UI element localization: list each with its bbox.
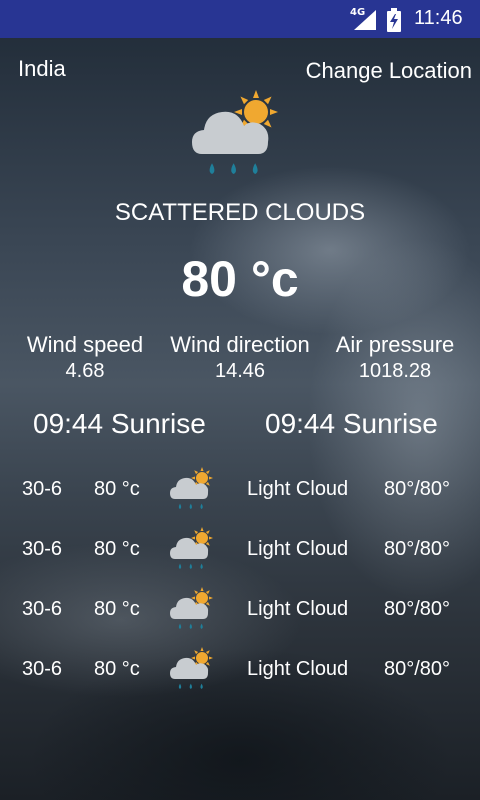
stat-value: 14.46: [214, 360, 266, 382]
forecast-description: Light Cloud: [247, 598, 349, 620]
forecast-range: 80°/80°: [384, 538, 451, 560]
forecast-date: 30-6: [22, 538, 63, 560]
stat-wind-speed: Wind speed 4.68: [20, 332, 150, 384]
stat-air-pressure: Air pressure 1018.28: [328, 332, 462, 384]
forecast-row: 30-6 80 °c Light Cloud 80°/80°: [0, 642, 480, 698]
stat-label: Air pressure: [335, 332, 455, 357]
signal-icon: [354, 10, 376, 30]
stat-value: 1018.28: [358, 360, 432, 382]
forecast-description: Light Cloud: [247, 478, 349, 500]
cloud-sun-rain-icon: [170, 647, 213, 689]
stat-label: Wind direction: [170, 332, 310, 357]
cloud-sun-rain-icon: [170, 587, 213, 629]
status-bar: 4G 11:46: [0, 0, 480, 38]
forecast-temp: 80 °c: [94, 478, 140, 500]
stat-label: Wind speed: [26, 332, 144, 357]
change-location-button[interactable]: Change Location: [306, 58, 472, 84]
forecast-date: 30-6: [22, 598, 63, 620]
forecast-description: Light Cloud: [247, 658, 349, 680]
forecast-range: 80°/80°: [384, 658, 451, 680]
clock: 11:46: [414, 7, 463, 29]
sunrise-right: 09:44 Sunrise: [265, 408, 438, 439]
forecast-temp: 80 °c: [94, 658, 140, 680]
forecast-row: 30-6 80 °c Light Cloud 80°/80°: [0, 462, 480, 518]
forecast-range: 80°/80°: [384, 478, 451, 500]
battery-charging-icon: [387, 8, 401, 32]
location-label: India: [18, 56, 66, 81]
sunrise-left: 09:44 Sunrise: [33, 408, 206, 439]
cloud-sun-rain-icon: [192, 90, 278, 174]
forecast-date: 30-6: [22, 658, 63, 680]
forecast-description: Light Cloud: [247, 538, 349, 560]
stat-wind-direction: Wind direction 14.46: [160, 332, 320, 384]
cloud-sun-rain-icon: [170, 527, 213, 569]
forecast-row: 30-6 80 °c Light Cloud 80°/80°: [0, 582, 480, 638]
forecast-temp: 80 °c: [94, 598, 140, 620]
cloud-sun-rain-icon: [170, 467, 213, 509]
forecast-range: 80°/80°: [384, 598, 451, 620]
current-temperature: 80 °c: [181, 251, 299, 307]
stat-value: 4.68: [65, 360, 105, 382]
forecast-row: 30-6 80 °c Light Cloud 80°/80°: [0, 522, 480, 578]
weather-condition: SCATTERED CLOUDS: [114, 199, 366, 226]
forecast-date: 30-6: [22, 478, 63, 500]
forecast-temp: 80 °c: [94, 538, 140, 560]
